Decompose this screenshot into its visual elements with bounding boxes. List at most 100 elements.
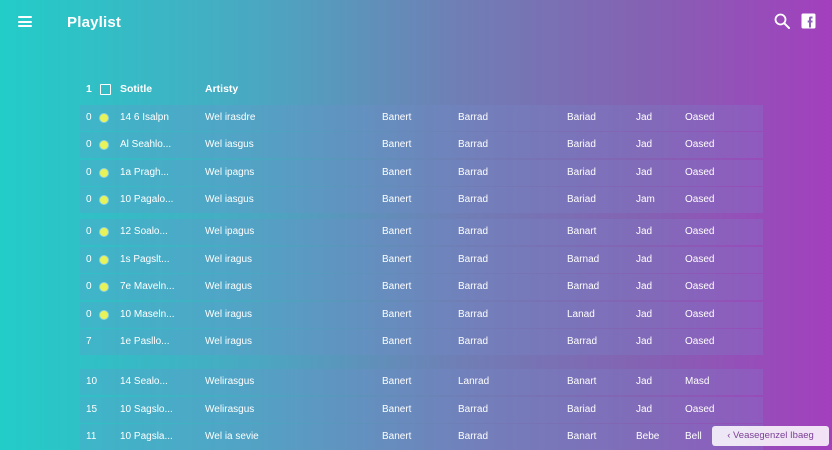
row-duration: Jad: [636, 253, 653, 265]
table-row[interactable]: 0 1s Pagslt... Wel iragus Banert Barrad …: [80, 246, 763, 273]
row-year: Banart: [567, 226, 597, 237]
row-album: Banert: [382, 336, 412, 347]
row-artist: Wel ia sevie: [205, 431, 259, 442]
table-row[interactable]: 0 10 Maseln... Wel iragus Banert Barrad …: [80, 301, 763, 328]
share-icon[interactable]: [801, 13, 816, 29]
row-album: Banert: [382, 226, 412, 237]
row-plays: Oased: [685, 281, 715, 292]
row-title: 1e Pasllo...: [120, 336, 170, 347]
row-num: 0: [86, 281, 92, 292]
header-num: 1: [86, 83, 92, 95]
row-album: Banert: [382, 253, 412, 265]
row-duration: Jad: [636, 376, 653, 387]
row-album: Banert: [382, 376, 412, 387]
row-artist: Wel irasdre: [205, 111, 256, 123]
row-title: Al Seahlo...: [120, 139, 172, 150]
search-icon[interactable]: [774, 13, 790, 29]
row-artist: Wel iragus: [205, 281, 253, 292]
row-title: 1a Pragh...: [120, 166, 169, 178]
row-num: 0: [86, 308, 92, 320]
row-num: 0: [86, 111, 92, 123]
row-duration: Jad: [636, 139, 653, 150]
table-row[interactable]: 10 14 Sealo... Welirasgus Banert Lanrad …: [80, 369, 763, 395]
table-row[interactable]: 0 12 Soalo... Wel ipagus Banert Barrad B…: [80, 219, 763, 245]
select-all-checkbox[interactable]: [100, 84, 111, 95]
row-plays: Oased: [685, 336, 715, 347]
status-dot-icon: [100, 228, 108, 236]
top-app-bar: Playlist: [0, 0, 832, 46]
row-title: 1s Pagslt...: [120, 253, 170, 265]
row-num: 10: [86, 376, 98, 387]
status-dot-icon: [100, 283, 108, 291]
row-album: Banert: [382, 111, 412, 123]
status-dot-icon: [100, 168, 108, 177]
row-artist: Wel iasgus: [205, 139, 254, 150]
row-genre: Barrad: [458, 139, 489, 150]
table-row[interactable]: 0 Al Seahlo... Wel iasgus Banert Barrad …: [80, 132, 763, 158]
row-duration: Jad: [636, 308, 653, 320]
row-title: 7e Maveln...: [120, 281, 175, 292]
row-title: 14 Sealo...: [120, 376, 168, 387]
row-genre: Barrad: [458, 166, 489, 178]
row-artist: Wel ipagns: [205, 166, 255, 178]
playlist-table: 1 Sotitle Artisty 0 14 6 Isalpn Wel iras…: [80, 75, 763, 450]
table-row[interactable]: 15 10 Sagslo... Welirasgus Banert Barrad…: [80, 396, 763, 423]
row-year: Barrad: [567, 336, 598, 347]
row-artist: Welirasgus: [205, 376, 255, 387]
row-genre: Barrad: [458, 336, 489, 347]
row-plays: Oased: [685, 403, 715, 415]
row-artist: Wel iasgus: [205, 194, 254, 205]
row-artist: Wel iragus: [205, 253, 253, 265]
header-artist[interactable]: Artisty: [205, 75, 238, 103]
row-plays: Oased: [685, 111, 715, 123]
row-year: Banart: [567, 376, 597, 387]
row-duration: Jad: [636, 336, 653, 347]
table-row[interactable]: 0 7e Maveln... Wel iragus Banert Barrad …: [80, 274, 763, 300]
row-title: 12 Soalo...: [120, 226, 168, 237]
table-row[interactable]: 0 10 Pagalo... Wel iasgus Banert Barrad …: [80, 187, 763, 213]
row-plays: Oased: [685, 226, 715, 237]
row-duration: Jad: [636, 166, 653, 178]
row-plays: Bell: [685, 431, 702, 442]
header-title[interactable]: Sotitle: [120, 75, 152, 103]
table-row[interactable]: 0 14 6 Isalpn Wel irasdre Banert Barrad …: [80, 104, 763, 131]
snackbar-button[interactable]: ‹ Veasegenzel Ibaeg: [712, 426, 829, 446]
row-title: 10 Maseln...: [120, 308, 175, 320]
status-dot-icon: [100, 310, 108, 319]
row-plays: Oased: [685, 253, 715, 265]
row-num: 0: [86, 194, 92, 205]
menu-icon[interactable]: [18, 16, 32, 27]
row-title: 10 Pagalo...: [120, 194, 174, 205]
table-row[interactable]: 11 10 Pagsla... Wel ia sevie Banert Barr…: [80, 424, 763, 450]
row-num: 0: [86, 253, 92, 265]
row-duration: Jad: [636, 403, 653, 415]
row-year: Bariad: [567, 166, 596, 178]
status-dot-icon: [100, 113, 108, 122]
row-genre: Barrad: [458, 308, 489, 320]
row-genre: Barrad: [458, 431, 489, 442]
row-artist: Wel ipagus: [205, 226, 255, 237]
row-num: 15: [86, 403, 98, 415]
row-year: Lanad: [567, 308, 595, 320]
row-genre: Barrad: [458, 403, 489, 415]
table-row[interactable]: 0 1a Pragh... Wel ipagns Banert Barrad B…: [80, 159, 763, 186]
row-album: Banert: [382, 308, 412, 320]
row-plays: Oased: [685, 166, 715, 178]
row-artist: Wel iragus: [205, 336, 253, 347]
row-plays: Masd: [685, 376, 710, 387]
row-plays: Oased: [685, 194, 715, 205]
row-genre: Barrad: [458, 281, 489, 292]
status-dot-icon: [100, 141, 108, 149]
row-year: Bariad: [567, 139, 596, 150]
table-row[interactable]: 7 1e Pasllo... Wel iragus Banert Barrad …: [80, 329, 763, 355]
row-duration: Bebe: [636, 431, 660, 442]
app-title: Playlist: [67, 14, 122, 31]
row-num: 11: [86, 431, 97, 442]
row-duration: Jad: [636, 226, 653, 237]
row-genre: Barrad: [458, 194, 489, 205]
row-year: Barnad: [567, 281, 600, 292]
row-album: Banert: [382, 194, 412, 205]
row-genre: Lanrad: [458, 376, 490, 387]
row-album: Banert: [382, 281, 412, 292]
row-album: Banert: [382, 431, 412, 442]
